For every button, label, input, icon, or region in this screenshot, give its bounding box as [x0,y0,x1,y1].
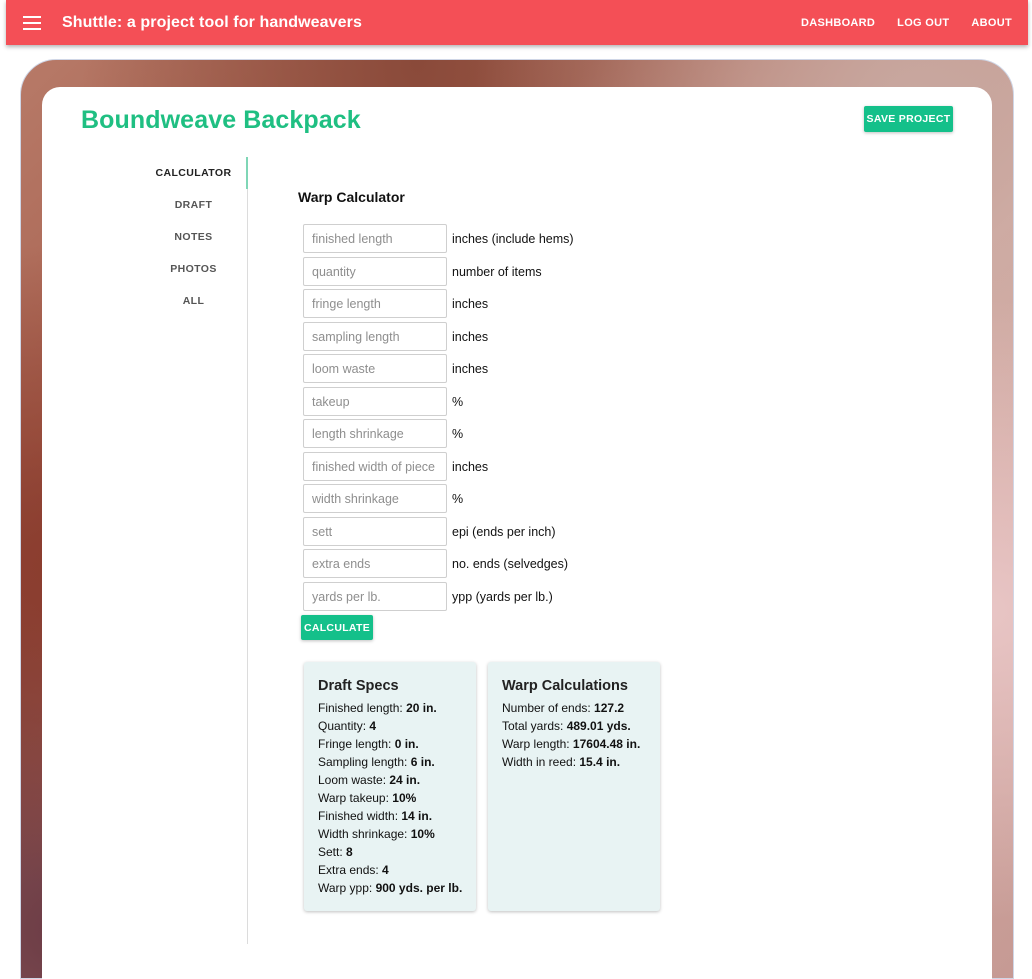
field-row: % [303,387,463,416]
field-unit-label: no. ends (selvedges) [452,556,569,571]
spec-line: Finished length: 20 in. [318,701,437,715]
finished-length-input[interactable] [303,224,447,253]
spec-line: Sett: 8 [318,845,353,859]
field-unit-label: inches [452,361,489,376]
top-nav: DASHBOARD LOG OUT ABOUT [779,0,1012,45]
hamburger-menu-icon[interactable] [6,0,58,45]
field-unit-label: % [452,426,464,441]
loom-waste-input[interactable] [303,354,447,383]
field-row: epi (ends per inch) [303,517,556,546]
spec-line: Fringe length: 0 in. [318,737,419,751]
spec-line: Finished width: 14 in. [318,809,433,823]
calculate-button[interactable]: CALCULATE [301,615,373,640]
fringe-length-input[interactable] [303,289,447,318]
field-row: no. ends (selvedges) [303,549,568,578]
spec-line: Sampling length: 6 in. [318,755,435,769]
spec-line: Warp ypp: 900 yds. per lb. [318,881,463,895]
field-unit-label: number of items [452,264,542,279]
warp-calculations-card: Warp Calculations Number of ends: 127.2 … [488,662,660,911]
draft-specs-heading: Draft Specs [318,678,399,694]
save-project-button[interactable]: SAVE PROJECT [864,106,953,132]
calc-line: Total yards: 489.01 yds. [502,719,631,733]
nav-dashboard-link[interactable]: DASHBOARD [801,17,875,29]
field-row: inches [303,289,488,318]
field-unit-label: ypp (yards per lb.) [452,589,553,604]
sidebar-item-photos[interactable]: PHOTOS [140,263,247,275]
field-row: % [303,484,463,513]
sidebar-item-notes[interactable]: NOTES [140,231,247,243]
field-unit-label: epi (ends per inch) [452,524,556,539]
calc-line: Warp length: 17604.48 in. [502,737,641,751]
field-unit-label: % [452,491,464,506]
yards-per-lb-input[interactable] [303,582,447,611]
field-row: inches [303,452,488,481]
quantity-input[interactable] [303,257,447,286]
app-title: Shuttle: a project tool for handweavers [62,13,362,31]
project-title: Boundweave Backpack [81,106,361,134]
spec-line: Warp takeup: 10% [318,791,417,805]
field-unit-label: inches (include hems) [452,231,574,246]
draft-specs-card: Draft Specs Finished length: 20 in. Quan… [304,662,476,911]
field-unit-label: inches [452,296,489,311]
nav-logout-link[interactable]: LOG OUT [897,17,949,29]
field-unit-label: inches [452,459,489,474]
length-shrinkage-input[interactable] [303,419,447,448]
sidebar-divider [247,157,248,944]
calc-line: Number of ends: 127.2 [502,701,625,715]
sidebar-item-all[interactable]: ALL [140,295,247,307]
field-row: inches (include hems) [303,224,574,253]
field-row: inches [303,354,488,383]
spec-line: Quantity: 4 [318,719,377,733]
field-unit-label: inches [452,329,489,344]
finished-width-input[interactable] [303,452,447,481]
sidebar-item-calculator[interactable]: CALCULATOR [140,167,247,179]
nav-about-link[interactable]: ABOUT [971,17,1012,29]
field-row: inches [303,322,488,351]
sett-input[interactable] [303,517,447,546]
warp-calculations-heading: Warp Calculations [502,678,628,694]
width-shrinkage-input[interactable] [303,484,447,513]
extra-ends-input[interactable] [303,549,447,578]
spec-line: Extra ends: 4 [318,863,389,877]
sidebar-item-draft[interactable]: DRAFT [140,199,247,211]
field-row: ypp (yards per lb.) [303,582,553,611]
field-row: number of items [303,257,542,286]
field-unit-label: % [452,394,464,409]
takeup-input[interactable] [303,387,447,416]
sampling-length-input[interactable] [303,322,447,351]
app-bar: Shuttle: a project tool for handweavers … [6,0,1028,45]
warp-calculator-heading: Warp Calculator [298,189,405,205]
spec-line: Width shrinkage: 10% [318,827,435,841]
spec-line: Loom waste: 24 in. [318,773,421,787]
field-row: % [303,419,463,448]
calc-line: Width in reed: 15.4 in. [502,755,621,769]
